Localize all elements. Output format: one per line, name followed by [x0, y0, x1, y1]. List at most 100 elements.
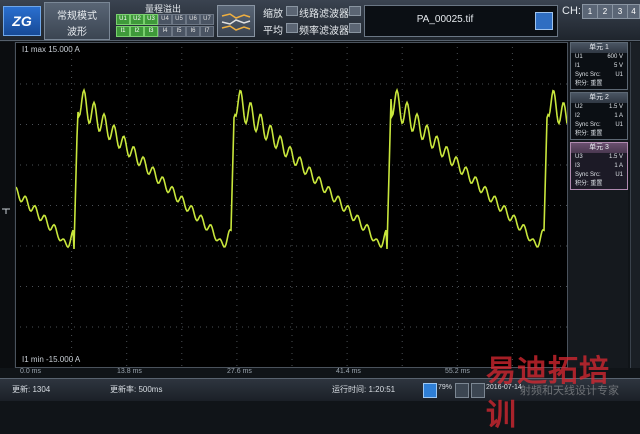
grid-dot: [32, 326, 33, 328]
grid-dot: [68, 286, 69, 287]
average-checkbox[interactable]: [286, 23, 298, 33]
grid-dot: [20, 164, 21, 166]
filename-display[interactable]: PA_00025.tif: [364, 5, 558, 37]
grid-dot: [71, 137, 73, 138]
grid-dot: [260, 164, 261, 166]
grid-dot: [266, 245, 267, 247]
unit-card-1[interactable]: 单元 1 U1 600 V I1 5 V Sync Src: U1 积分: 重置: [570, 42, 628, 90]
grid-dot: [126, 347, 128, 348]
grid-dot: [38, 83, 39, 85]
grid-dot: [511, 263, 513, 264]
grid-dot: [242, 205, 243, 206]
grid-dot: [302, 286, 303, 287]
grid-dot: [346, 281, 348, 282]
channel-button-3[interactable]: 3: [612, 4, 628, 19]
grid-dot: [122, 164, 123, 166]
grid-dot: [314, 326, 315, 328]
grid-dot: [278, 326, 279, 328]
grid-dot: [404, 245, 405, 247]
grid-dot: [146, 205, 147, 206]
grid-dot: [494, 164, 495, 166]
grid-dot: [308, 286, 309, 287]
grid-dot: [554, 164, 555, 166]
grid-dot: [181, 287, 183, 288]
grid-dot: [536, 164, 537, 166]
grid-dot: [401, 71, 403, 72]
grid-dot: [511, 197, 513, 198]
range-overflow-panel: 量程溢出 U1 U2 U3 U4 U5 U6 U7 I1 I2 I3 I4 I5 I6 I7: [114, 2, 214, 38]
grid-dot: [92, 245, 93, 247]
grid-dot: [291, 251, 293, 252]
grid-dot: [554, 326, 555, 328]
channel-button-1[interactable]: 1: [582, 4, 598, 19]
grid-dot: [346, 353, 348, 354]
grid-dot: [291, 107, 293, 108]
line-filter-checkbox[interactable]: [349, 6, 361, 16]
range-chip-i2: I2: [130, 26, 144, 37]
grid-dot: [236, 215, 238, 216]
grid-dot: [32, 205, 33, 206]
grid-dot: [458, 326, 459, 328]
grid-dot: [511, 125, 513, 126]
grid-dot: [80, 205, 81, 206]
grid-dot: [456, 209, 458, 210]
channel-button-4[interactable]: 4: [627, 4, 640, 19]
grid-dot: [181, 359, 183, 360]
grid-dot: [392, 205, 393, 206]
grid-dot: [38, 245, 39, 247]
grid-dot: [542, 286, 543, 287]
grid-dot: [140, 245, 141, 247]
grid-dot: [511, 65, 513, 66]
mode-button[interactable]: 常规模式 波形: [44, 2, 110, 40]
grid-dot: [181, 275, 183, 276]
unit-card-3[interactable]: 单元 3 U3 1.5 V I3 1 A Sync Src: U1 积分: 重置: [570, 142, 628, 190]
grid-dot: [140, 326, 141, 328]
grid-dot: [511, 227, 513, 228]
side-scrollbar[interactable]: [630, 42, 640, 368]
grid-dot: [386, 124, 387, 125]
grid-dot: [158, 286, 159, 287]
grid-dot: [126, 281, 128, 282]
grid-dot: [26, 124, 27, 125]
grid-dot: [401, 353, 403, 354]
grid-dot: [134, 326, 135, 328]
grid-dot: [110, 164, 111, 166]
grid-dot: [20, 326, 21, 328]
grid-dot: [422, 286, 423, 287]
grid-dot: [140, 83, 141, 85]
grid-dot: [212, 326, 213, 328]
waveform-plot[interactable]: [15, 42, 568, 368]
grid-dot: [128, 326, 129, 328]
grid-dot: [401, 59, 403, 60]
grid-dot: [188, 286, 189, 287]
freq-filter-checkbox[interactable]: [349, 23, 361, 33]
grid-dot: [71, 173, 73, 174]
image-save-icon[interactable]: [535, 12, 553, 30]
grid-dot: [314, 286, 315, 287]
channel-button-2[interactable]: 2: [597, 4, 613, 19]
grid-dot: [126, 203, 128, 204]
grid-dot: [536, 205, 537, 206]
waveform-display-button[interactable]: [217, 5, 255, 37]
zoom-checkbox[interactable]: [286, 6, 298, 16]
grid-dot: [456, 365, 458, 366]
grid-dot: [291, 161, 293, 162]
grid-dot: [401, 305, 403, 306]
grid-dot: [401, 233, 403, 234]
grid-dot: [511, 305, 513, 306]
grid-dot: [456, 53, 458, 54]
grid-dot: [401, 65, 403, 66]
grid-dot: [456, 71, 458, 72]
grid-dot: [128, 205, 129, 206]
unit-card-2[interactable]: 单元 2 U2 1.5 V I2 1 A Sync Src: U1 积分: 重置: [570, 92, 628, 140]
grid-dot: [291, 59, 293, 60]
grid-dot: [266, 124, 267, 125]
grid-dot: [181, 149, 183, 150]
grid-dot: [422, 245, 423, 247]
grid-dot: [236, 185, 238, 186]
grid-dot: [50, 326, 51, 328]
grid-dot: [164, 286, 165, 287]
grid-dot: [346, 239, 348, 240]
grid-dot: [368, 326, 369, 328]
grid-dot: [346, 155, 348, 156]
